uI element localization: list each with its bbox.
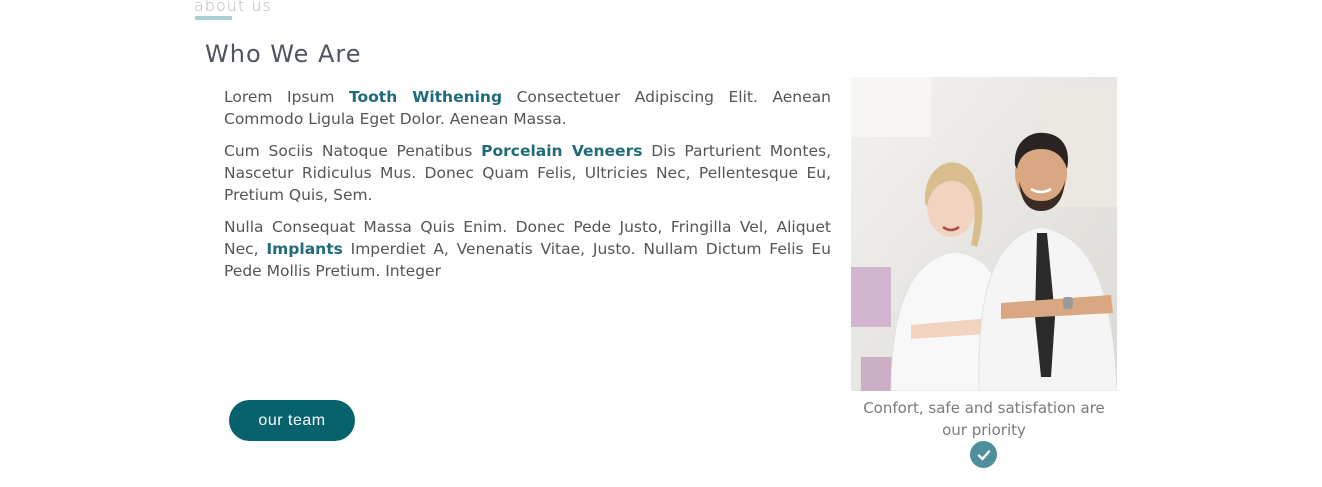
paragraph-text: Lorem Ipsum [224, 88, 349, 106]
dentists-illustration [851, 77, 1117, 391]
paragraph-1: Lorem Ipsum Tooth Withening Consectetuer… [224, 86, 831, 130]
paragraph-3: Nulla Consequat Massa Quis Enim. Donec P… [224, 216, 831, 282]
check-icon [970, 441, 997, 468]
our-team-button[interactable]: our team [229, 400, 355, 441]
keyword-porcelain-veneers: Porcelain Veneers [481, 142, 643, 160]
team-photo [851, 77, 1117, 391]
photo-caption: Confort, safe and satisfation are our pr… [863, 399, 1105, 439]
paragraph-2: Cum Sociis Natoque Penatibus Porcelain V… [224, 140, 831, 206]
section-title: Who We Are [205, 40, 362, 68]
keyword-implants: Implants [266, 240, 343, 258]
section-eyebrow: about us [194, 0, 272, 15]
about-text: Lorem Ipsum Tooth Withening Consectetuer… [224, 86, 831, 292]
keyword-tooth-whitening: Tooth Withening [348, 88, 503, 106]
eyebrow-underline [195, 16, 232, 20]
paragraph-text: Cum Sociis Natoque Penatibus [224, 142, 482, 160]
